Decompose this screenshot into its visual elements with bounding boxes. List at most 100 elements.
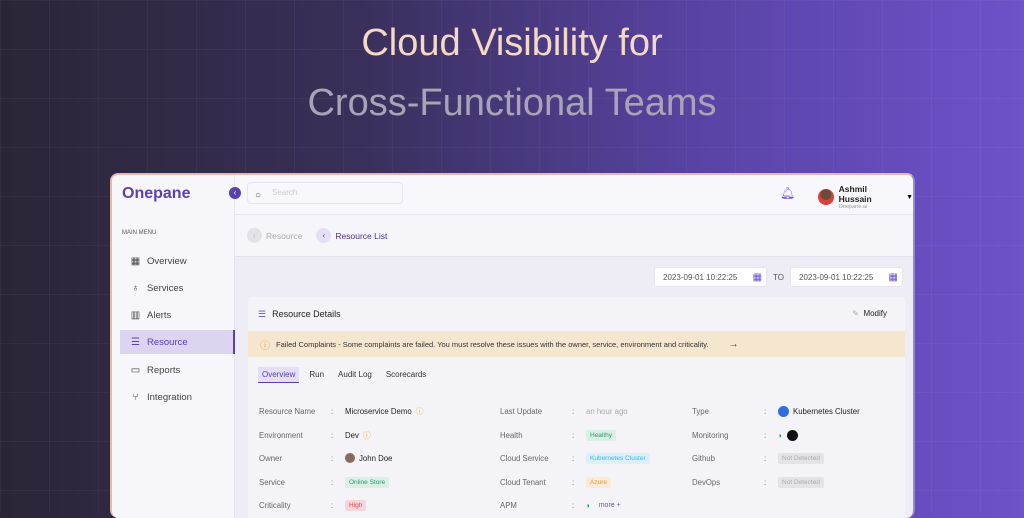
- database-icon: ☰: [258, 309, 267, 319]
- apm-logo-icon: ◗: [586, 500, 591, 510]
- colon: :: [764, 477, 767, 487]
- sidebar: Onepane MAIN MENU ▦ Overview ♁ Services ▥ A…: [112, 175, 235, 518]
- collapse-sidebar-button[interactable]: ‹: [229, 187, 241, 199]
- colon: :: [572, 500, 575, 510]
- sidebar-item-alerts[interactable]: ▥ Alerts: [120, 303, 235, 327]
- tab-overview[interactable]: Overview: [258, 367, 300, 383]
- field-label: Monitoring: [692, 430, 729, 440]
- field-last-update: Last Update: an hour ago: [500, 404, 628, 418]
- date-to-input[interactable]: 2023-09-01 10:22:25 ▦: [790, 267, 903, 287]
- search-placeholder: Search: [272, 188, 298, 197]
- colon: :: [572, 430, 575, 440]
- colon: :: [572, 453, 575, 463]
- colon: :: [764, 453, 767, 463]
- field-value: an hour ago: [586, 406, 628, 416]
- date-from-input[interactable]: 2023-09-01 10:22:25 ▦: [654, 267, 768, 287]
- integration-icon: ⑂: [132, 391, 139, 403]
- sidebar-item-overview[interactable]: ▦ Overview: [120, 249, 235, 273]
- devops-badge: Not Detected: [778, 476, 824, 488]
- user-org: Onepane.ai: [838, 204, 868, 210]
- laptop-icon: ▭: [130, 364, 141, 376]
- field-type: Type: Kubernetes Cluster: [692, 404, 860, 418]
- monitoring-tool-icon: ◗: [778, 430, 783, 440]
- modify-button[interactable]: ✎ Modify: [852, 309, 887, 318]
- field-cloud-tenant: Cloud Tenant: Azure: [500, 475, 611, 489]
- breadcrumb-back-label: Resource: [266, 230, 303, 241]
- sidebar-item-reports[interactable]: ▭ Reports: [120, 358, 235, 382]
- bell-icon[interactable]: 🔔︎: [780, 186, 795, 200]
- field-environment: Environment: Dev ⓘ: [259, 428, 371, 442]
- kubernetes-icon: [778, 405, 789, 417]
- field-devops: DevOps: Not Detected: [692, 475, 824, 489]
- sidebar-item-label: Services: [147, 282, 184, 294]
- field-label: Criticality: [259, 500, 291, 510]
- field-label: Owner: [259, 453, 282, 463]
- field-health: Health: Healthy: [500, 428, 617, 442]
- field-apm: APM: ◗ more +: [500, 498, 621, 512]
- field-label: Cloud Tenant: [500, 477, 546, 487]
- warning-icon: ⓘ: [260, 340, 270, 352]
- info-icon: ⓘ: [362, 430, 371, 440]
- search-input[interactable]: ○ Search: [247, 182, 403, 204]
- field-value: Microservice Demo: [345, 406, 412, 416]
- health-badge: Healthy: [586, 429, 617, 441]
- date-range: 2023-09-01 10:22:25 ▦ TO 2023-09-01 10:22…: [654, 267, 903, 287]
- sidebar-item-resource[interactable]: ☰ Resource: [120, 330, 235, 354]
- info-icon: ⓘ: [415, 406, 424, 416]
- colon: :: [331, 477, 334, 487]
- colon: :: [572, 477, 575, 487]
- field-value: John Doe: [359, 453, 393, 463]
- service-badge: Online Store: [345, 476, 390, 488]
- field-owner: Owner: John Doe: [259, 451, 392, 465]
- breadcrumb-back[interactable]: ‹ Resource: [247, 228, 302, 243]
- warning-text: - Some complaints are failed. You must r…: [336, 339, 709, 349]
- card-title: Resource Details: [272, 309, 341, 319]
- avatar: [818, 189, 834, 205]
- breadcrumb-current[interactable]: ‹ Resource List: [316, 228, 387, 243]
- owner-avatar: [345, 453, 355, 463]
- pencil-icon: ✎: [852, 309, 859, 318]
- breadcrumb: ‹ Resource ‹ Resource List: [235, 215, 913, 257]
- calendar-icon[interactable]: ▦: [889, 272, 898, 283]
- more-link[interactable]: more +: [599, 502, 621, 509]
- date-to-value: 2023-09-01 10:22:25: [799, 272, 874, 282]
- resource-details-card: ☰ Resource Details ✎ Modify ⓘ Failed Comp…: [248, 297, 905, 518]
- top-bar: ○ Search 🔔︎ Ashmil Hussain Onepane.ai ▼: [235, 175, 913, 215]
- field-value: Kubernetes Cluster: [793, 406, 860, 416]
- criticality-badge: High: [345, 499, 367, 511]
- field-label: Service: [259, 477, 285, 487]
- hero-title-line2: Cross-Functional Teams: [307, 82, 717, 124]
- cloud-service-badge: Kubernetes Cluster: [586, 452, 650, 464]
- search-icon: ○: [255, 190, 262, 201]
- field-criticality: Criticality: High: [259, 498, 367, 512]
- field-value: Dev: [345, 430, 359, 440]
- tab-scorecards[interactable]: Scorecards: [382, 367, 430, 383]
- warning-title: Failed Complaints: [276, 339, 337, 349]
- sidebar-item-services[interactable]: ♁ Services: [120, 276, 235, 300]
- sidebar-item-label: Alerts: [147, 309, 172, 321]
- tab-audit-log[interactable]: Audit Log: [334, 367, 376, 383]
- sidebar-item-label: Integration: [147, 391, 192, 403]
- arrow-right-icon[interactable]: →: [729, 339, 739, 350]
- field-resource-name: Resource Name: Microservice Demo ⓘ: [259, 404, 424, 418]
- field-service: Service: Online Store: [259, 475, 390, 489]
- calendar-icon[interactable]: ▦: [753, 272, 762, 283]
- user-name: Ashmil Hussain: [838, 184, 872, 204]
- cloud-tenant-badge: Azure: [586, 476, 611, 488]
- modify-label: Modify: [863, 309, 887, 318]
- field-cloud-service: Cloud Service: Kubernetes Cluster: [500, 451, 650, 465]
- monitoring-tool-icon: [786, 429, 798, 441]
- github-badge: Not Detected: [778, 452, 824, 464]
- field-label: Github: [692, 453, 715, 463]
- hero-title-line1: Cloud Visibility for: [361, 22, 663, 64]
- tabs: Overview Run Audit Log Scorecards: [258, 367, 430, 383]
- user-menu[interactable]: Ashmil Hussain Onepane.ai ▼: [818, 184, 913, 210]
- field-label: Type: [692, 406, 709, 416]
- tab-run[interactable]: Run: [305, 367, 328, 383]
- field-label: Cloud Service: [500, 453, 549, 463]
- sidebar-item-integration[interactable]: ⑂ Integration: [120, 385, 235, 409]
- chevron-left-icon: ‹: [316, 228, 332, 243]
- colon: :: [572, 406, 575, 416]
- chevron-left-icon: ‹: [247, 228, 262, 243]
- field-label: APM: [500, 500, 517, 510]
